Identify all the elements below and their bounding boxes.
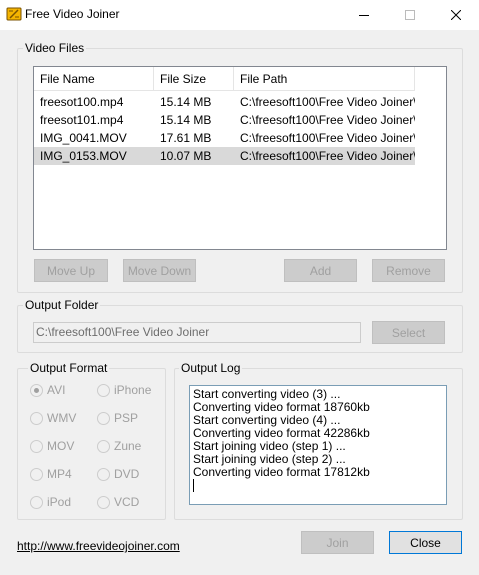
website-link[interactable]: http://www.freevideojoiner.com bbox=[17, 539, 180, 553]
format-label: WMV bbox=[47, 411, 77, 425]
file-size-cell: 15.14 MB bbox=[160, 95, 212, 109]
format-radio-dvd[interactable]: DVD bbox=[97, 467, 139, 481]
radio-icon bbox=[97, 495, 110, 509]
format-label: MP4 bbox=[47, 467, 72, 481]
output-log-label: Output Log bbox=[179, 361, 243, 375]
window-title: Free Video Joiner bbox=[25, 7, 120, 21]
format-label: DVD bbox=[114, 467, 140, 481]
format-label: iPod bbox=[47, 495, 72, 509]
format-radio-psp[interactable]: PSP bbox=[97, 411, 138, 425]
text-caret bbox=[193, 479, 194, 492]
maximize-button[interactable] bbox=[387, 0, 433, 30]
file-name-cell: freesot101.mp4 bbox=[40, 113, 124, 127]
file-name-cell: IMG_0153.MOV bbox=[40, 149, 127, 163]
move-down-button[interactable]: Move Down bbox=[123, 259, 196, 282]
remove-button[interactable]: Remove bbox=[372, 259, 445, 282]
video-files-label: Video Files bbox=[23, 41, 87, 55]
radio-checked-icon bbox=[30, 383, 43, 397]
join-button[interactable]: Join bbox=[301, 531, 374, 554]
file-path-cell: C:\freesoft100\Free Video Joiner\ bbox=[240, 149, 415, 163]
file-size-cell: 10.07 MB bbox=[160, 149, 212, 163]
file-path-cell: C:\freesoft100\Free Video Joiner\ bbox=[240, 131, 415, 145]
format-radio-mp4[interactable]: MP4 bbox=[30, 467, 72, 481]
radio-icon bbox=[30, 467, 43, 481]
add-button[interactable]: Add bbox=[284, 259, 357, 282]
log-line: Converting video format 17812kb bbox=[193, 465, 370, 479]
table-row-selected[interactable]: IMG_0153.MOV 10.07 MB C:\freesoft100\Fre… bbox=[34, 147, 415, 165]
minimize-button[interactable] bbox=[341, 0, 387, 30]
close-button[interactable]: Close bbox=[389, 531, 462, 554]
format-radio-ipod[interactable]: iPod bbox=[30, 495, 71, 509]
format-radio-zune[interactable]: Zune bbox=[97, 439, 141, 453]
close-window-button[interactable] bbox=[433, 0, 479, 30]
format-label: AVI bbox=[47, 383, 66, 397]
radio-icon bbox=[30, 495, 43, 509]
column-file-size[interactable]: File Size bbox=[154, 67, 234, 91]
output-format-label: Output Format bbox=[28, 361, 110, 375]
file-name-cell: IMG_0041.MOV bbox=[40, 131, 127, 145]
radio-icon bbox=[30, 411, 43, 425]
radio-icon bbox=[97, 383, 110, 397]
format-label: VCD bbox=[114, 495, 140, 509]
minimize-icon bbox=[359, 15, 369, 16]
radio-icon bbox=[97, 411, 110, 425]
maximize-icon bbox=[405, 10, 415, 20]
format-radio-mov[interactable]: MOV bbox=[30, 439, 74, 453]
format-label: MOV bbox=[47, 439, 75, 453]
radio-icon bbox=[97, 467, 110, 481]
file-size-cell: 17.61 MB bbox=[160, 131, 212, 145]
move-up-button[interactable]: Move Up bbox=[34, 259, 108, 282]
table-row[interactable]: freesot100.mp4 15.14 MB C:\freesoft100\F… bbox=[34, 93, 415, 111]
table-row[interactable]: IMG_0041.MOV 17.61 MB C:\freesoft100\Fre… bbox=[34, 129, 415, 147]
app-icon bbox=[6, 6, 22, 22]
column-file-path[interactable]: File Path bbox=[234, 67, 415, 91]
close-icon bbox=[451, 10, 461, 20]
column-file-name[interactable]: File Name bbox=[34, 67, 154, 91]
format-radio-avi[interactable]: AVI bbox=[30, 383, 65, 397]
output-log-textarea[interactable]: Start converting video (3) ... Convertin… bbox=[189, 385, 447, 505]
video-files-list[interactable]: File Name File Size File Path freesot100… bbox=[33, 66, 447, 250]
output-folder-label: Output Folder bbox=[23, 298, 101, 312]
list-header: File Name File Size File Path bbox=[34, 67, 415, 91]
radio-icon bbox=[30, 439, 43, 453]
file-path-cell: C:\freesoft100\Free Video Joiner\ bbox=[240, 95, 415, 109]
format-radio-wmv[interactable]: WMV bbox=[30, 411, 76, 425]
file-name-cell: freesot100.mp4 bbox=[40, 95, 124, 109]
format-label: Zune bbox=[114, 439, 142, 453]
file-size-cell: 15.14 MB bbox=[160, 113, 212, 127]
select-folder-button[interactable]: Select bbox=[372, 321, 445, 344]
format-label: PSP bbox=[114, 411, 139, 425]
table-row[interactable]: freesot101.mp4 15.14 MB C:\freesoft100\F… bbox=[34, 111, 415, 129]
radio-icon bbox=[97, 439, 110, 453]
format-label: iPhone bbox=[114, 383, 152, 397]
format-radio-vcd[interactable]: VCD bbox=[97, 495, 139, 509]
format-radio-iphone[interactable]: iPhone bbox=[97, 383, 151, 397]
file-path-cell: C:\freesoft100\Free Video Joiner\ bbox=[240, 113, 415, 127]
output-folder-field[interactable]: C:\freesoft100\Free Video Joiner bbox=[33, 322, 361, 343]
